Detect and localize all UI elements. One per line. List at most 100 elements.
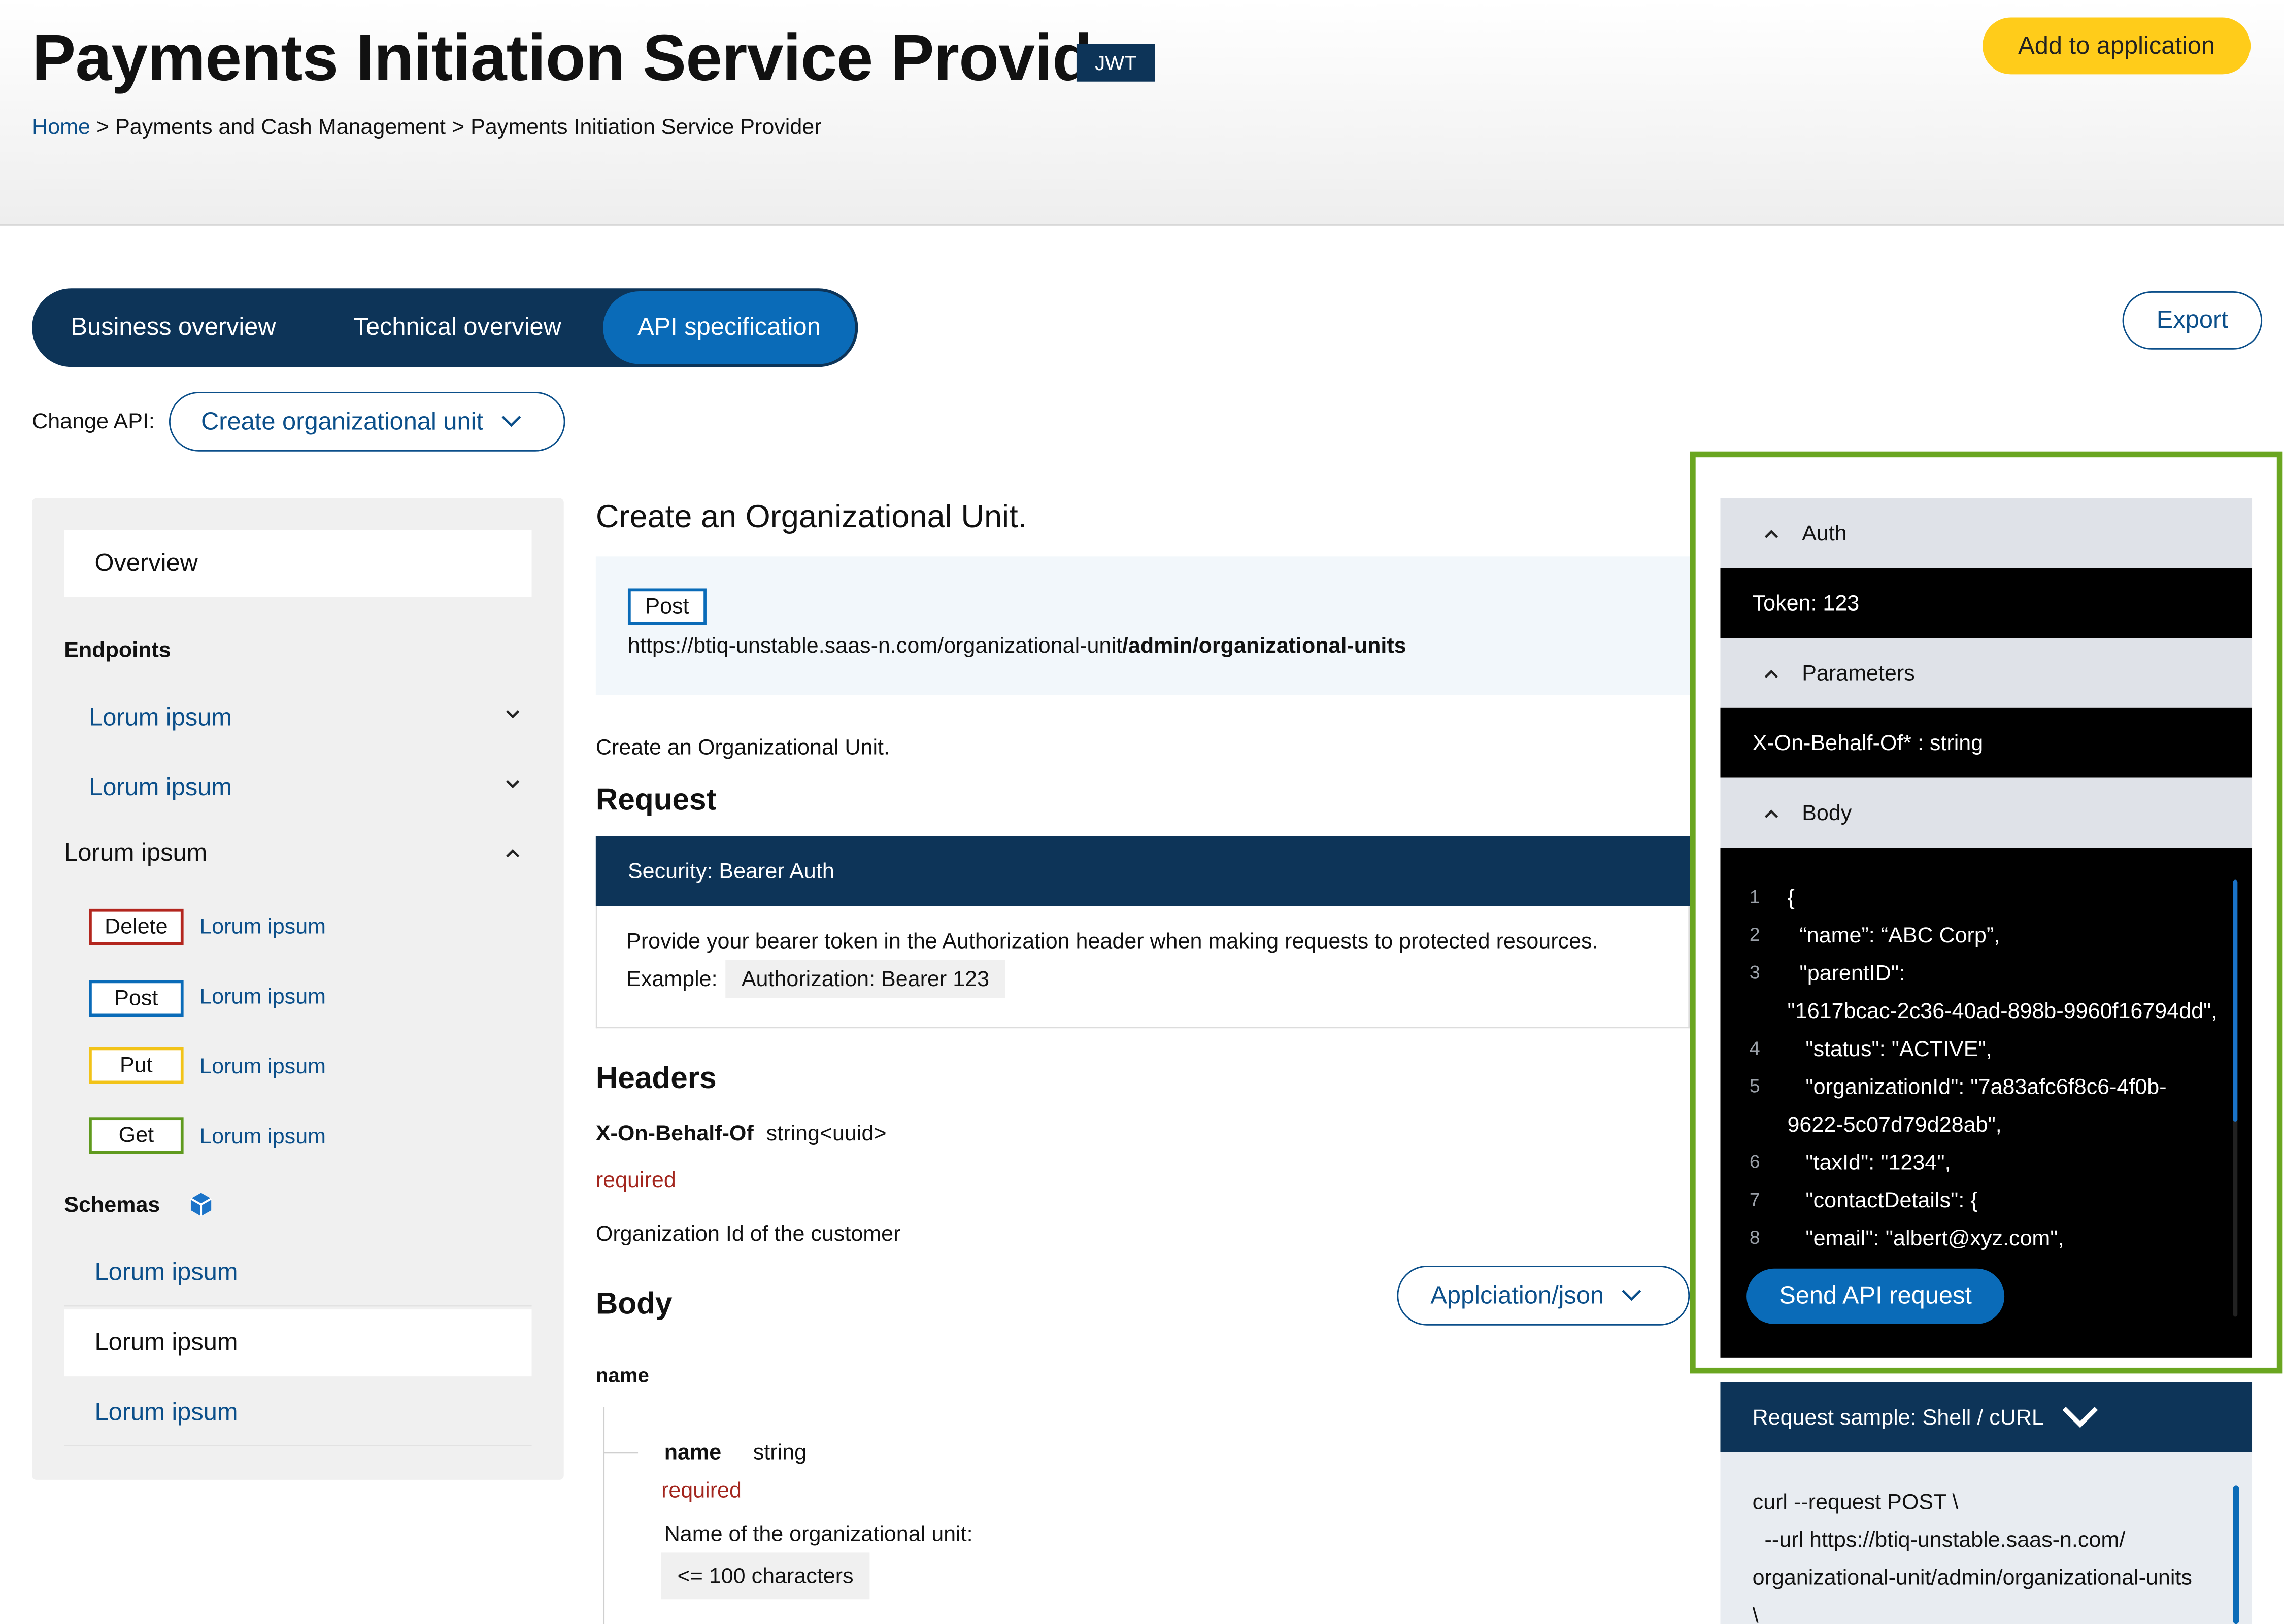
code-text: "contactDetails": {	[1787, 1188, 1978, 1213]
line-number: 4	[1749, 1037, 1760, 1059]
breadcrumb-current: Payments Initiation Service Provider	[471, 115, 822, 140]
code-text: {	[1787, 885, 1795, 910]
body-field-name: name	[664, 1440, 722, 1466]
chevron-down-icon	[506, 780, 520, 789]
code-text: "email": "albert@xyz.com",	[1787, 1226, 2064, 1251]
security-text: Provide your bearer token in the Authori…	[626, 929, 1598, 954]
required-label: required	[595, 1168, 676, 1193]
method-tag-post: Post	[627, 588, 707, 625]
sidebar-delete-link[interactable]: Lorum ipsum	[199, 915, 326, 939]
line-number: 1	[1749, 885, 1760, 908]
breadcrumb-home-link[interactable]: Home	[32, 115, 90, 140]
schema-item[interactable]: Lorum ipsum	[64, 1379, 532, 1446]
sidebar-group-expanded[interactable]: Lorum ipsum	[64, 839, 531, 877]
page-title: Payments Initiation Service Provider	[32, 20, 1153, 95]
parameters-label: Parameters	[1802, 660, 1915, 686]
chevron-up-icon	[1764, 669, 1778, 678]
code-text: "1617bcac-2c36-40ad-898b-9960f16794dd",	[1787, 999, 2218, 1024]
tab-business-overview[interactable]: Business overview	[35, 291, 312, 364]
sidebar-endpoint-item[interactable]: Lorum ipsum	[64, 755, 531, 822]
cube-icon	[190, 1193, 212, 1216]
schema-item-selected[interactable]: Lorum ipsum	[64, 1309, 532, 1377]
sample-code-line: --url https://btiq-unstable.saas-n.com/	[1752, 1528, 2126, 1553]
change-api-label: Change API:	[32, 409, 155, 434]
chevron-up-icon	[1764, 808, 1778, 818]
sidebar-endpoint-label: Lorum ipsum	[89, 703, 232, 731]
code-text: “name”: “ABC Corp”,	[1787, 923, 2000, 949]
breadcrumb-section-link[interactable]: Payments and Cash Management	[115, 115, 446, 140]
method-tag-post: Post	[89, 980, 184, 1017]
schemas-heading: Schemas	[64, 1193, 160, 1218]
endpoint-title: Create an Organizational Unit.	[595, 498, 1027, 535]
line-number: 6	[1749, 1151, 1760, 1173]
endpoint-url-path: /admin/organizational-units	[1122, 633, 1406, 659]
header-field-name: X-On-Behalf-Of	[595, 1121, 754, 1146]
sample-scrollbar[interactable]	[2233, 1485, 2239, 1624]
export-button[interactable]: Export	[2122, 291, 2263, 350]
security-header: Security: Bearer Auth	[595, 836, 1690, 906]
change-api-select[interactable]: Create organizational unit	[169, 392, 565, 452]
auth-label: Auth	[1802, 521, 1847, 546]
endpoint-url-base: https://btiq-unstable.saas-n.com/organiz…	[627, 633, 1122, 659]
chevron-up-icon	[1764, 529, 1778, 538]
constraint-badge: <= 100 characters	[661, 1552, 870, 1600]
example-code: Authorization: Bearer 123	[725, 960, 1005, 998]
chevron-down-icon	[2062, 1407, 2098, 1428]
schema-tree-line	[603, 1407, 605, 1624]
request-sample-header[interactable]: Request sample: Shell / cURL	[1720, 1382, 2253, 1452]
parameter-input[interactable]: X-On-Behalf-Of* : string	[1720, 707, 2253, 778]
method-tag-get: Get	[89, 1117, 184, 1154]
schema-item[interactable]: Lorum ipsum	[64, 1239, 532, 1307]
endpoint-description: Create an Organizational Unit.	[595, 735, 890, 761]
token-input[interactable]: Token: 123	[1720, 568, 2253, 638]
schema-tree-branch	[603, 1452, 639, 1454]
sidebar-item-overview[interactable]: Overview	[64, 530, 532, 597]
line-number: 8	[1749, 1226, 1760, 1248]
code-text: "organizationId": "7a83afc6f8c6-4f0b-	[1787, 1075, 2167, 1100]
header-field-description: Organization Id of the customer	[595, 1222, 901, 1247]
sidebar-endpoint-label: Lorum ipsum	[89, 773, 232, 801]
sample-code-line: organizational-unit/admin/organizational…	[1752, 1566, 2192, 1591]
request-heading: Request	[595, 784, 717, 818]
line-number: 3	[1749, 961, 1760, 984]
chevron-down-icon	[501, 416, 521, 427]
body-section-toggle[interactable]: Body	[1720, 777, 2253, 848]
body-field-description: Name of the organizational unit:	[664, 1522, 973, 1547]
editor-scrollbar[interactable]	[2233, 879, 2238, 1122]
method-tag-delete: Delete	[89, 908, 184, 945]
line-number: 2	[1749, 923, 1760, 945]
headers-heading: Headers	[595, 1062, 717, 1096]
sidebar-endpoint-item[interactable]: Lorum ipsum	[64, 685, 531, 752]
sidebar-group-label: Lorum ipsum	[64, 839, 208, 867]
header-field-type: string<uuid>	[766, 1121, 887, 1146]
breadcrumb-separator: >	[445, 115, 471, 140]
content-type-select[interactable]: Applciation/json	[1397, 1266, 1690, 1326]
breadcrumb-separator: >	[90, 115, 116, 140]
sidebar-get-link[interactable]: Lorum ipsum	[199, 1125, 326, 1149]
breadcrumb: Home > Payments and Cash Management > Pa…	[32, 115, 821, 140]
body-field-type: string	[753, 1440, 807, 1466]
code-text: "parentID":	[1787, 961, 1905, 986]
parameters-section-toggle[interactable]: Parameters	[1720, 638, 2253, 708]
body-group-name: name	[595, 1363, 649, 1387]
request-sample-label: Request sample: Shell / cURL	[1752, 1405, 2044, 1430]
tab-api-specification[interactable]: API specification	[603, 291, 855, 364]
body-heading: Body	[595, 1288, 673, 1322]
send-api-request-button[interactable]: Send API request	[1746, 1268, 2005, 1324]
change-api-value: Create organizational unit	[201, 407, 484, 435]
sidebar-post-link[interactable]: Lorum ipsum	[199, 985, 326, 1009]
chevron-down-icon	[1622, 1290, 1641, 1301]
endpoint-summary	[595, 556, 1690, 695]
endpoints-heading: Endpoints	[64, 638, 171, 663]
tab-technical-overview[interactable]: Technical overview	[312, 291, 603, 364]
required-label: required	[661, 1478, 742, 1503]
endpoint-url: https://btiq-unstable.saas-n.com/organiz…	[628, 633, 1406, 658]
sidebar-put-link[interactable]: Lorum ipsum	[199, 1055, 326, 1079]
code-text: 9622-5c07d79d28ab",	[1787, 1112, 2002, 1138]
auth-section-toggle[interactable]: Auth	[1720, 498, 2253, 568]
code-text: "status": "ACTIVE",	[1787, 1037, 1992, 1062]
chevron-down-icon	[506, 709, 520, 719]
line-number: 7	[1749, 1188, 1760, 1210]
sample-code-line: \	[1752, 1603, 1759, 1624]
add-to-application-button[interactable]: Add to application	[1983, 17, 2251, 75]
